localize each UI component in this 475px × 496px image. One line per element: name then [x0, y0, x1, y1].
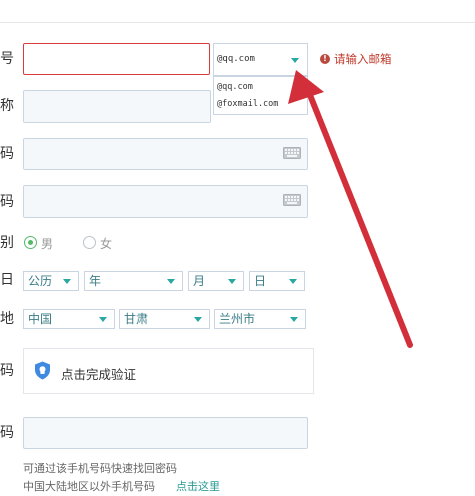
gender-label: 别 [0, 235, 14, 251]
chevron-down-icon [63, 279, 71, 284]
email-domain-value: @qq.com [217, 54, 255, 64]
chevron-down-icon [167, 279, 175, 284]
nickname-input[interactable] [23, 90, 211, 123]
confirm-password-label: 码 [0, 194, 14, 210]
nickname-label: 称 [0, 98, 14, 114]
birthday-month-value: 月 [193, 274, 206, 288]
location-province-value: 甘肃 [124, 312, 149, 326]
password-input[interactable] [23, 138, 308, 170]
birthday-day-value: 日 [254, 274, 267, 288]
chevron-down-icon [290, 317, 298, 322]
birthday-day-select[interactable]: 日 [249, 271, 305, 291]
location-label: 地 [0, 311, 14, 327]
email-error-message: 请输入邮箱 [334, 52, 392, 66]
phone-foreign-text: 中国大陆地区以外手机号码 [23, 480, 155, 493]
chevron-down-icon [228, 279, 236, 284]
verify-label: 码 [0, 363, 14, 379]
dropdown-option-qq[interactable]: @qq.com [217, 82, 253, 92]
phone-foreign-link[interactable]: 点击这里 [176, 480, 220, 493]
birthday-label: 日 [0, 272, 14, 288]
captcha-verify-label: 点击完成验证 [61, 367, 137, 382]
gender-radio-male[interactable] [24, 236, 37, 249]
confirm-password-input[interactable] [23, 185, 308, 218]
email-domain-select[interactable]: @qq.com [213, 43, 308, 76]
phone-hint: 可通过该手机号码快速找回密码 [23, 462, 177, 475]
chevron-down-icon [289, 279, 297, 284]
location-city-select[interactable]: 兰州市 [214, 309, 306, 329]
email-domain-dropdown: @qq.com @foxmail.com [213, 76, 308, 115]
email-label: 号 [0, 51, 14, 67]
shield-icon [35, 361, 50, 380]
chevron-down-icon [194, 317, 202, 322]
location-country-value: 中国 [28, 312, 53, 326]
captcha-verify-button[interactable]: 点击完成验证 [23, 348, 314, 394]
chevron-down-icon [291, 58, 299, 63]
email-input[interactable] [23, 43, 210, 75]
phone-input[interactable] [23, 417, 308, 449]
error-icon: ! [320, 54, 330, 64]
gender-radio-female[interactable] [83, 236, 96, 249]
dropdown-option-foxmail[interactable]: @foxmail.com [217, 99, 278, 109]
location-province-select[interactable]: 甘肃 [119, 309, 210, 329]
location-city-value: 兰州市 [219, 312, 256, 326]
birthday-calendar-select[interactable]: 公历 [23, 271, 79, 291]
birthday-year-select[interactable]: 年 [84, 271, 183, 291]
birthday-year-value: 年 [89, 274, 102, 288]
keyboard-icon[interactable] [283, 147, 301, 159]
keyboard-icon[interactable] [283, 194, 301, 206]
password-label: 码 [0, 146, 14, 162]
chevron-down-icon [99, 317, 107, 322]
gender-female-label: 女 [100, 237, 113, 251]
gender-male-label: 男 [41, 237, 54, 251]
phone-label: 码 [0, 425, 14, 441]
birthday-calendar-value: 公历 [28, 274, 53, 288]
top-divider [0, 22, 475, 23]
birthday-month-select[interactable]: 月 [188, 271, 244, 291]
location-country-select[interactable]: 中国 [23, 309, 115, 329]
